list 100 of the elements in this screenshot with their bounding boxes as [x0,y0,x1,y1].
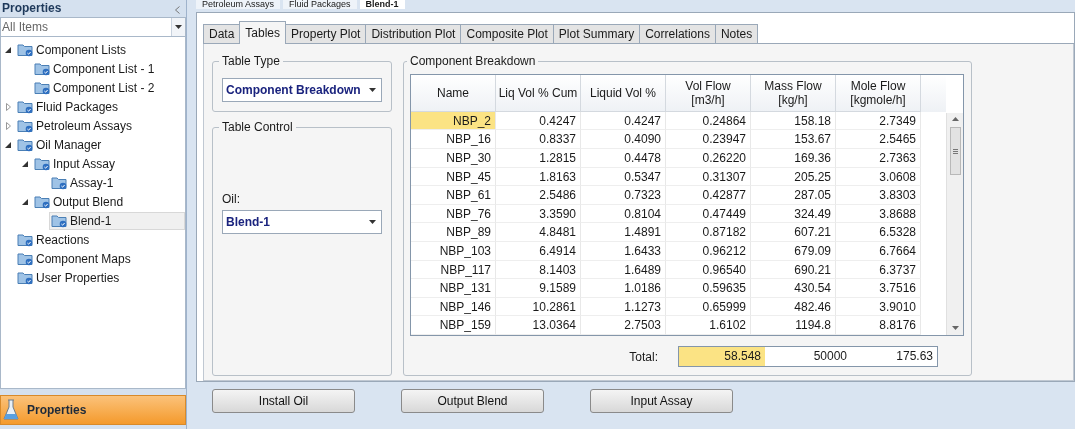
tree-item[interactable]: Blend-1 [49,211,185,230]
table-cell: 6.5328 [836,223,921,243]
tree-item[interactable]: Oil Manager [15,135,109,154]
filter-dropdown[interactable]: All Items [0,17,186,37]
table-cell: 0.4478 [581,149,666,168]
group-title: Table Control [221,120,294,134]
scroll-up-icon[interactable] [951,117,959,121]
table-cell[interactable]: NBP_159 [411,316,496,335]
table-cell: 3.8303 [836,186,921,205]
table-cell: 287.05 [751,186,836,205]
table-type-dropdown[interactable]: Component Breakdown [222,78,382,102]
table-cell: 6.7664 [836,242,921,261]
folder-icon [51,213,68,228]
tree-item[interactable]: User Properties [15,268,127,287]
table-cell: 1.0186 [581,279,666,298]
folder-icon [34,194,51,209]
table-cell[interactable]: NBP_16 [411,130,496,150]
tab[interactable]: Notes [714,24,759,43]
field-label: Oil: [222,192,241,206]
grip-icon [952,148,958,154]
table-cell: 9.1589 [496,279,581,298]
tree-item[interactable]: Petroleum Assays [15,116,140,135]
folder-icon [34,80,51,95]
column-header[interactable]: Mass Flow [kg/h] [751,75,836,112]
tab[interactable]: Property Plot [285,24,367,43]
tab[interactable]: Distribution Plot [365,24,462,43]
collapse-icon[interactable] [175,6,180,14]
expanded-arrow-icon[interactable] [22,198,28,205]
flask-icon [3,399,19,421]
group-title: Component Breakdown [409,54,537,68]
table-cell[interactable]: NBP_30 [411,149,496,168]
table-cell: 1.6433 [581,242,666,261]
table-cell: 2.7503 [581,316,666,335]
folder-icon [34,61,51,76]
scroll-down-icon[interactable] [951,326,959,330]
tree-item[interactable]: Assay-1 [49,173,121,192]
column-header[interactable]: Mole Flow [kgmole/h] [836,75,921,112]
table-cell: 0.26220 [666,149,751,168]
tab[interactable]: Composite Plot [460,24,554,43]
table-cell: 607.21 [751,223,836,243]
document-tab[interactable]: Blend-1 [359,0,405,9]
tree-item[interactable]: Input Assay [32,154,123,173]
table-cell: 1.2815 [496,149,581,168]
column-header[interactable]: Vol Flow [m3/h] [666,75,751,112]
expanded-arrow-icon[interactable] [5,46,11,53]
column-header[interactable]: Liquid Vol % [581,75,666,112]
expanded-arrow-icon[interactable] [5,141,11,148]
folder-icon [17,99,34,114]
caret-icon [369,88,376,92]
tree-item[interactable]: Fluid Packages [15,97,126,116]
table-cell: 0.23947 [666,130,751,150]
action-button[interactable]: Input Assay [590,389,733,413]
action-button[interactable]: Install Oil [212,389,355,413]
folder-icon [17,118,34,133]
table-cell: 0.42877 [666,186,751,205]
scrollbar[interactable] [946,113,963,335]
folder-icon [17,251,34,266]
table-cell: 6.4914 [496,242,581,261]
tree-item[interactable]: Component Maps [15,249,138,268]
table-cell[interactable]: NBP_61 [411,186,496,205]
group-title: Table Type [221,54,281,68]
table-cell: 4.8481 [496,223,581,243]
table-cell: 2.7363 [836,149,921,168]
expanded-arrow-icon[interactable] [22,160,28,167]
tree-item[interactable]: Component Lists [15,40,134,59]
total-value: 50000 [765,347,851,366]
collapsed-arrow-icon[interactable] [5,102,11,111]
document-tab[interactable]: Petroleum Assays [196,0,281,9]
column-header[interactable]: Liq Vol % Cum [496,75,581,112]
table-cell: 1.6102 [666,316,751,335]
column-header[interactable]: Name [411,75,496,112]
table-cell: 0.96212 [666,242,751,261]
tree-item[interactable]: Component List - 1 [32,59,162,78]
table-cell: 169.36 [751,149,836,168]
folder-icon [17,270,34,285]
folder-icon [34,156,51,171]
action-button[interactable]: Output Blend [401,389,544,413]
oil-dropdown[interactable]: Blend-1 [222,210,382,234]
table-cell[interactable]: NBP_131 [411,279,496,298]
table-cell: 3.7516 [836,279,921,298]
tab[interactable]: Data [203,24,241,43]
table-cell: 0.59635 [666,279,751,298]
table-cell: 2.5465 [836,130,921,150]
table-cell: 8.8176 [836,316,921,335]
tab[interactable]: Plot Summary [552,24,641,43]
table-cell: 430.54 [751,279,836,298]
tree-item[interactable]: Component List - 2 [32,78,162,97]
table-cell: 1.4891 [581,223,666,243]
properties-nav-button[interactable]: Properties [0,395,186,425]
tree-item[interactable]: Output Blend [32,192,131,211]
tree-item[interactable]: Reactions [15,230,97,249]
collapsed-arrow-icon[interactable] [5,121,11,130]
table-cell: 0.7323 [581,186,666,205]
tab[interactable]: Correlations [639,24,716,43]
table-cell[interactable]: NBP_89 [411,223,496,243]
tab[interactable]: Tables [239,21,287,44]
caret-icon [369,220,376,224]
table-cell[interactable]: NBP_103 [411,242,496,261]
table-cell: 679.09 [751,242,836,261]
document-tab[interactable]: Fluid Packages [283,0,357,9]
